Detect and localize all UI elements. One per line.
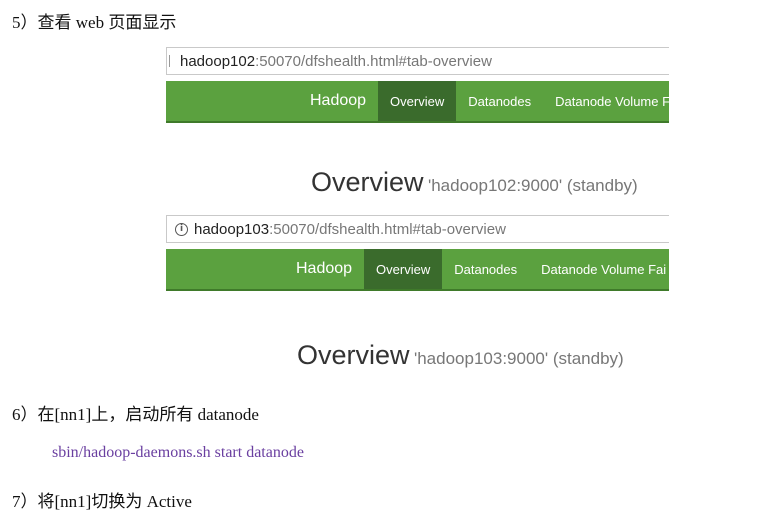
address-bar[interactable]: hadoop102:50070/dfshealth.html#tab-overv… xyxy=(166,47,669,75)
tab-overview[interactable]: Overview xyxy=(378,81,457,121)
tab-datanodes[interactable]: Datanodes xyxy=(456,81,543,121)
url-path: :50070/dfshealth.html#tab-overview xyxy=(269,220,506,238)
tab-overview[interactable]: Overview xyxy=(364,249,443,289)
overview-title: Overview xyxy=(311,167,424,197)
step-6-text: 6）在[nn1]上，启动所有 datanode xyxy=(12,405,259,424)
screenshot-hadoop102: hadoop102:50070/dfshealth.html#tab-overv… xyxy=(166,47,669,123)
overview-subtitle: 'hadoop103:9000' (standby) xyxy=(413,349,624,368)
tab-datanodes[interactable]: Datanodes xyxy=(442,249,529,289)
screenshot-hadoop103: i hadoop103:50070/dfshealth.html#tab-ove… xyxy=(166,215,669,291)
url-host: hadoop103 xyxy=(194,220,270,238)
navbar-brand[interactable]: Hadoop xyxy=(166,249,364,289)
command-text: sbin/hadoop-daemons.sh start datanode xyxy=(52,444,304,461)
overview-subtitle: 'hadoop102:9000' (standby) xyxy=(427,176,638,195)
info-icon[interactable]: i xyxy=(175,222,188,236)
navbar-brand[interactable]: Hadoop xyxy=(166,81,378,121)
step-7-text: 7）将[nn1]切换为 Active xyxy=(12,492,192,511)
url-path: :50070/dfshealth.html#tab-overview xyxy=(255,52,492,70)
hadoop-navbar: Hadoop Overview Datanodes Datanode Volum… xyxy=(166,81,669,123)
address-bar[interactable]: i hadoop103:50070/dfshealth.html#tab-ove… xyxy=(166,215,669,243)
step-5-text: 5）查看 web 页面显示 xyxy=(12,13,177,32)
hadoop-navbar: Hadoop Overview Datanodes Datanode Volum… xyxy=(166,249,669,291)
overview-heading-2: Overview 'hadoop103:9000' (standby) xyxy=(297,340,624,371)
overview-heading-1: Overview 'hadoop102:9000' (standby) xyxy=(311,167,638,198)
overview-title: Overview xyxy=(297,340,410,370)
tab-datanode-volume[interactable]: Datanode Volume F xyxy=(543,81,669,121)
tab-datanode-volume[interactable]: Datanode Volume Fai xyxy=(529,249,669,289)
url-host: hadoop102 xyxy=(180,52,256,70)
cursor-icon xyxy=(169,55,174,67)
